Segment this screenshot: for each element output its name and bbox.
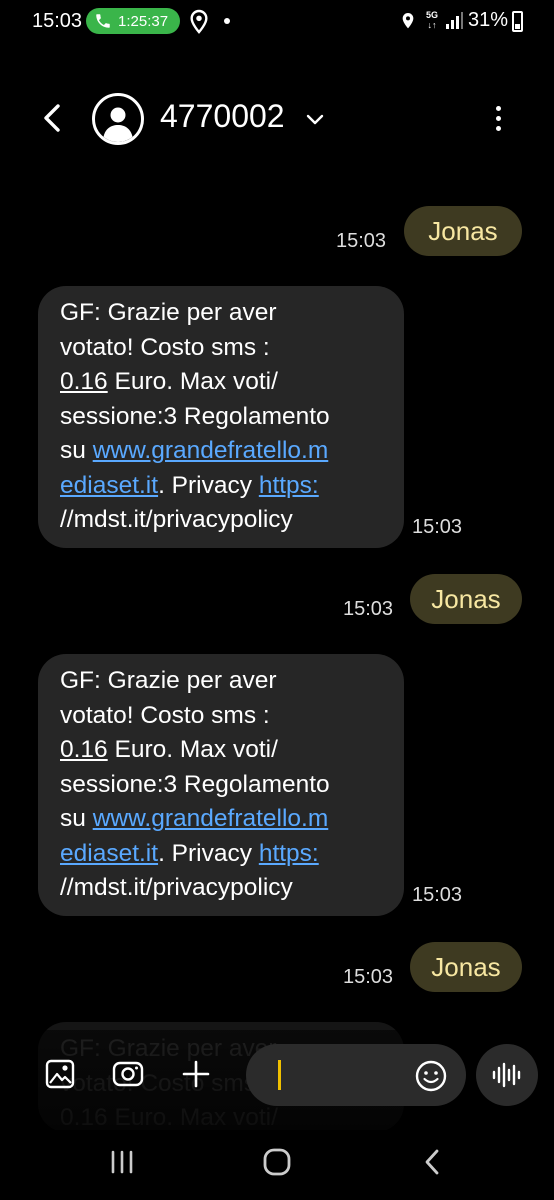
signal-icon [446,12,463,29]
message-text: su [60,805,93,832]
message-link[interactable]: www.grandefratello.m [93,805,329,832]
home-icon [263,1148,291,1176]
message-line: //mdst.it/privacypolicy [60,503,384,538]
contact-name[interactable]: 4770002 [160,98,285,135]
message-text: 0.16 [60,736,108,763]
message-input[interactable] [246,1044,466,1106]
message-text: votato! Costo sms : [60,701,270,729]
network-type: 5G ↓↑ [426,10,439,30]
status-time: 15:03 [32,10,83,32]
message-text: Euro. Max voti/ [107,368,278,395]
contact-avatar[interactable] [92,93,144,145]
message-text: //mdst.it/privacypolicy [60,874,293,901]
conversation-header: 4770002 [0,80,554,160]
message-line: 0.16 Euro. Max voti/ [60,365,384,400]
message-link[interactable]: ediaset.it [60,840,158,867]
sent-message-bubble[interactable]: Jonas [410,942,522,992]
location-icon [190,9,208,34]
message-text: sessione:3 Regolamento [60,770,330,798]
system-navigation-bar [0,1130,554,1200]
home-button[interactable] [255,1144,299,1180]
message-time: 15:03 [412,516,463,538]
gallery-button[interactable] [40,1054,80,1094]
message-line: ediaset.it. Privacy https: [60,469,384,504]
received-message-bubble[interactable]: GF: Grazie per aver votato! Costo sms : 0.… [38,654,404,916]
recents-icon [111,1150,133,1174]
recents-button[interactable] [100,1144,144,1180]
add-attachment-button[interactable] [176,1054,216,1094]
more-options-button[interactable] [484,98,512,138]
call-timer: 1:25:37 [118,12,169,30]
camera-icon [112,1061,144,1087]
message-time: 15:03 [343,966,394,988]
gallery-icon [45,1059,75,1089]
person-icon [103,107,133,142]
phone-icon [96,14,110,28]
message-text: . Privacy [158,471,259,499]
message-text: . Privacy [158,839,259,867]
camera-button[interactable] [108,1054,148,1094]
message-link[interactable]: ediaset.it [60,472,158,499]
received-message-bubble[interactable]: GF: Grazie per aver votato! Costo sms : 0.… [38,286,404,548]
message-line: sessione:3 Regolamento [60,400,384,435]
message-line: //mdst.it/privacypolicy [60,871,384,906]
message-link[interactable]: https: [259,472,319,499]
more-vertical-icon [495,105,501,111]
location-active-icon [402,13,414,29]
status-bar: 15:03 1:25:37 5G ↓↑ 31% [0,0,554,44]
message-line: GF: Grazie per aver [60,296,384,331]
chevron-down-icon[interactable] [304,108,326,130]
sent-message-bubble[interactable]: Jonas [410,574,522,624]
message-text: sessione:3 Regolamento [60,402,330,430]
back-arrow-icon [44,104,60,132]
voice-record-button[interactable] [476,1044,538,1106]
nav-back-icon [425,1149,439,1175]
message-link[interactable]: www.grandefratello.m [93,437,329,464]
message-text: Euro. Max voti/ [107,736,278,763]
back-button[interactable] [34,98,70,138]
message-text: GF: Grazie per aver [60,667,277,694]
message-text: su [60,437,93,464]
emoji-icon[interactable] [414,1059,448,1093]
message-time: 15:03 [412,884,463,906]
message-time: 15:03 [336,230,387,252]
message-text: 0.16 [60,368,108,395]
ongoing-call-pill[interactable]: 1:25:37 [86,8,180,34]
message-line: sessione:3 Regolamento [60,768,384,803]
battery-icon [512,11,523,32]
message-line: GF: Grazie per aver [60,664,384,699]
message-time: 15:03 [343,598,394,620]
message-line: ediaset.it. Privacy https: [60,837,384,872]
sent-message-bubble[interactable]: Jonas [404,206,522,256]
message-line: votato! Costo sms : [60,699,384,734]
message-line: su www.grandefratello.m [60,434,384,469]
message-line: votato! Costo sms : [60,331,384,366]
message-line: 0.16 Euro. Max voti/ [60,733,384,768]
message-text: GF: Grazie per aver [60,299,277,326]
battery-percent: 31% [468,9,509,31]
message-text: //mdst.it/privacypolicy [60,506,293,533]
message-link[interactable]: https: [259,840,319,867]
text-caret [278,1060,281,1090]
nav-back-button[interactable] [410,1144,454,1180]
message-input-bar [0,1040,554,1110]
plus-icon [182,1060,210,1088]
message-text: votato! Costo sms : [60,333,270,361]
voice-waveform-icon [492,1062,521,1088]
message-line: su www.grandefratello.m [60,802,384,837]
notification-dot [224,18,230,24]
